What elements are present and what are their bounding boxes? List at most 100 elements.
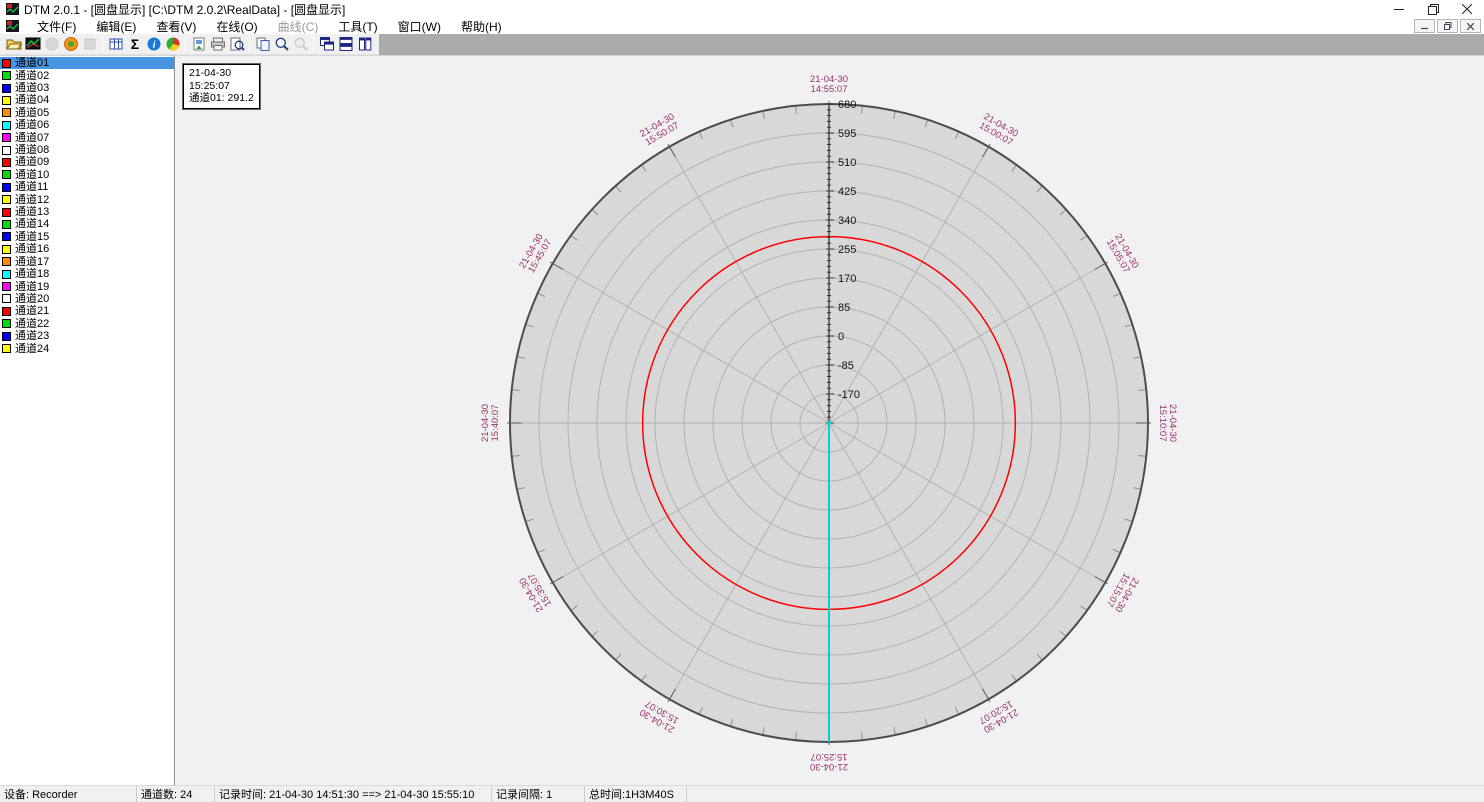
channel-list-item-19[interactable]: 通道19 [0, 280, 174, 292]
export-image-button[interactable] [189, 35, 208, 54]
data-table-button[interactable] [106, 35, 125, 54]
minimize-button[interactable] [1382, 0, 1416, 18]
channel-list-item-2[interactable]: 通道02 [0, 69, 174, 81]
channel-color-swatch [2, 158, 11, 167]
open-file-button[interactable] [4, 35, 23, 54]
svg-text:-85: -85 [838, 360, 854, 372]
channel-color-swatch [2, 84, 11, 93]
channel-list-item-6[interactable]: 通道06 [0, 119, 174, 131]
channel-list-item-9[interactable]: 通道09 [0, 156, 174, 168]
trend-view-button[interactable] [23, 35, 42, 54]
minimize-icon [1394, 4, 1404, 14]
menu-item-5[interactable]: 工具(T) [328, 17, 387, 36]
channel-color-swatch [2, 257, 11, 266]
svg-text:595: 595 [838, 128, 856, 140]
channel-color-swatch [2, 282, 11, 291]
svg-text:15:25:07: 15:25:07 [811, 751, 848, 762]
menu-item-0[interactable]: 文件(F) [27, 17, 86, 36]
channel-label: 通道10 [15, 169, 49, 181]
channel-list-item-17[interactable]: 通道17 [0, 256, 174, 268]
stop-icon [82, 36, 98, 52]
print-preview-button[interactable] [227, 35, 246, 54]
menu-item-6[interactable]: 窗口(W) [388, 17, 451, 36]
svg-text:i: i [152, 40, 155, 51]
channel-color-swatch [2, 220, 11, 229]
channel-list-item-5[interactable]: 通道05 [0, 107, 174, 119]
channel-list-item-16[interactable]: 通道16 [0, 243, 174, 255]
channel-color-swatch [2, 108, 11, 117]
channel-color-swatch [2, 170, 11, 179]
channel-label: 通道19 [15, 281, 49, 293]
menu-item-3[interactable]: 在线(O) [206, 17, 267, 36]
cascade-windows-icon [319, 36, 335, 52]
channel-list-item-22[interactable]: 通道22 [0, 318, 174, 330]
child-close-button[interactable] [1460, 19, 1481, 33]
svg-text:255: 255 [838, 244, 856, 256]
data-table-icon [108, 36, 124, 52]
polar-chart[interactable]: 680595510425340255170850-85-17021-04-301… [175, 56, 1483, 786]
status-channel-count: 通道数: 24 [137, 786, 215, 802]
sum-sigma-button[interactable]: Σ [125, 35, 144, 54]
zoom-in-icon [274, 36, 290, 52]
child-close-icon [1467, 23, 1474, 30]
channel-label: 通道03 [15, 82, 49, 94]
channel-color-swatch [2, 319, 11, 328]
menu-item-2[interactable]: 查看(V) [146, 17, 206, 36]
channel-list-item-12[interactable]: 通道12 [0, 193, 174, 205]
svg-text:85: 85 [838, 302, 850, 314]
status-interval: 记录间隔: 1 [492, 786, 585, 802]
channel-list-item-23[interactable]: 通道23 [0, 330, 174, 342]
channel-list-item-14[interactable]: 通道14 [0, 218, 174, 230]
child-restore-button[interactable] [1437, 19, 1458, 33]
channel-label: 通道05 [15, 107, 49, 119]
menu-item-7[interactable]: 帮助(H) [451, 17, 512, 36]
channel-label: 通道07 [15, 132, 49, 144]
channel-list-item-1[interactable]: 通道01 [0, 57, 174, 69]
info-button[interactable]: i [144, 35, 163, 54]
print-button[interactable] [208, 35, 227, 54]
zoom-in-button[interactable] [272, 35, 291, 54]
channel-list-item-18[interactable]: 通道18 [0, 268, 174, 280]
channel-label: 通道16 [15, 243, 49, 255]
channel-list-item-10[interactable]: 通道10 [0, 169, 174, 181]
channel-list-item-21[interactable]: 通道21 [0, 305, 174, 317]
tooltip-date: 21-04-30 [189, 67, 254, 80]
svg-text:-170: -170 [838, 389, 860, 401]
menu-item-1[interactable]: 编辑(E) [86, 17, 146, 36]
svg-text:14:55:07: 14:55:07 [811, 84, 848, 95]
channel-list-item-4[interactable]: 通道04 [0, 94, 174, 106]
tile-vertical-button[interactable] [355, 35, 374, 54]
close-icon [1462, 4, 1472, 14]
status-record-time: 记录时间: 21-04-30 14:51:30 ==> 21-04-30 15:… [215, 786, 492, 802]
status-total-time: 总时间:1H3M40S [585, 786, 687, 802]
record-active-button[interactable] [61, 35, 80, 54]
time-label: 21-04-3014:55:07 [810, 74, 848, 95]
pie-chart-button[interactable] [163, 35, 182, 54]
channel-list-item-13[interactable]: 通道13 [0, 206, 174, 218]
cascade-windows-button[interactable] [317, 35, 336, 54]
channel-list-item-3[interactable]: 通道03 [0, 82, 174, 94]
record-idle-button [42, 35, 61, 54]
restore-button[interactable] [1416, 0, 1450, 18]
channel-label: 通道04 [15, 94, 49, 106]
child-minimize-button[interactable] [1414, 19, 1435, 33]
copy-button[interactable] [253, 35, 272, 54]
channel-list-item-8[interactable]: 通道08 [0, 144, 174, 156]
channel-label: 通道13 [15, 206, 49, 218]
channel-label: 通道11 [15, 181, 48, 193]
channel-color-swatch [2, 96, 11, 105]
print-icon [210, 36, 226, 52]
channel-label: 通道18 [15, 268, 49, 280]
channel-list-item-24[interactable]: 通道24 [0, 342, 174, 354]
time-label: 21-04-3015:25:07 [810, 751, 848, 772]
tile-horizontal-button[interactable] [336, 35, 355, 54]
channel-list-item-11[interactable]: 通道11 [0, 181, 174, 193]
svg-text:340: 340 [838, 215, 856, 227]
channel-list-item-15[interactable]: 通道15 [0, 231, 174, 243]
channel-color-swatch [2, 232, 11, 241]
channel-list-item-20[interactable]: 通道20 [0, 293, 174, 305]
close-button[interactable] [1450, 0, 1484, 18]
channel-list-item-7[interactable]: 通道07 [0, 131, 174, 143]
svg-text:170: 170 [838, 273, 856, 285]
channel-label: 通道02 [15, 70, 49, 82]
